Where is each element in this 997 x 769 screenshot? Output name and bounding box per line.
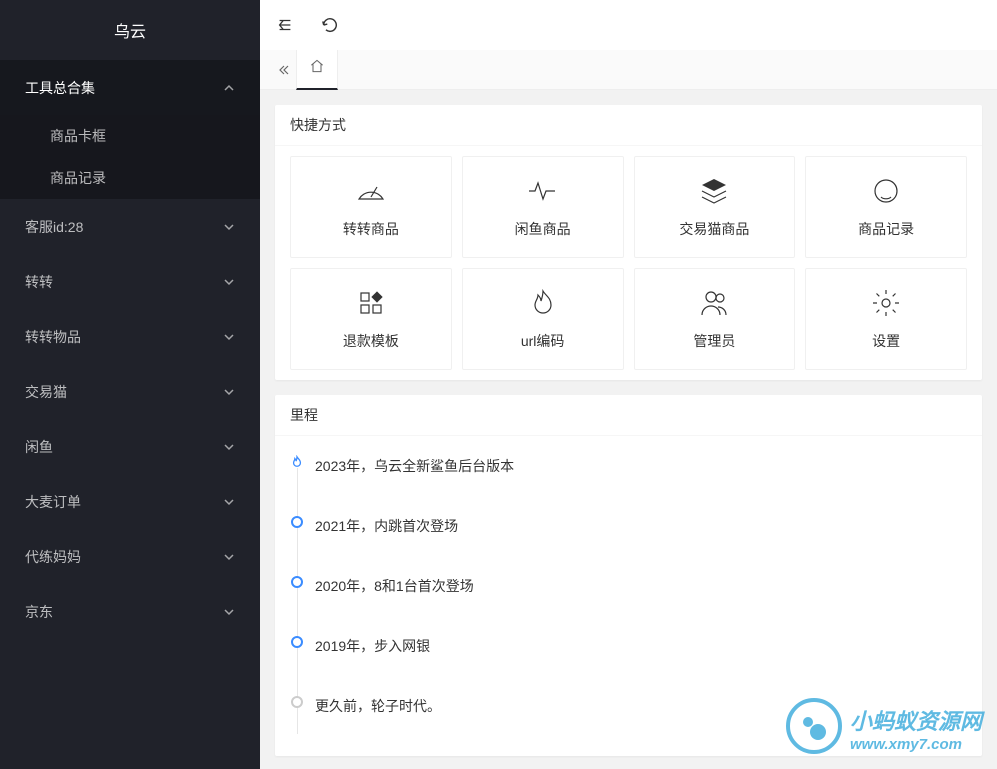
- chevron-down-icon: [223, 276, 235, 288]
- nav-label: 大麦订单: [25, 492, 81, 512]
- timeline-text: 2021年，内跳首次登场: [315, 518, 458, 534]
- timeline-dot-icon: [291, 696, 303, 708]
- shortcut-label: 设置: [872, 331, 900, 351]
- flame-icon: [527, 287, 559, 319]
- shortcuts-title: 快捷方式: [275, 105, 982, 146]
- nav-sub-card[interactable]: 商品卡框: [0, 115, 260, 157]
- shortcut-url-encode[interactable]: url编码: [462, 268, 624, 370]
- nav-sub-record[interactable]: 商品记录: [0, 157, 260, 199]
- chevron-down-icon: [223, 551, 235, 563]
- timeline-item: 2021年，内跳首次登场: [315, 506, 967, 566]
- grid-icon: [355, 287, 387, 319]
- nav-label: 转转物品: [25, 327, 81, 347]
- nav: 工具总合集 商品卡框 商品记录 客服id:28 转转 转转物品 交易猫: [0, 60, 260, 769]
- shortcut-records[interactable]: 商品记录: [805, 156, 967, 258]
- gauge-icon: [355, 175, 387, 207]
- user-icon: [698, 287, 730, 319]
- tab-home[interactable]: [296, 50, 338, 90]
- timeline-text: 更久前，轮子时代。: [315, 698, 441, 714]
- nav-group-jiaoyimao[interactable]: 交易猫: [0, 364, 260, 419]
- nav-group-damai[interactable]: 大麦订单: [0, 474, 260, 529]
- refresh-icon[interactable]: [320, 15, 340, 35]
- shortcut-label: 退款模板: [343, 331, 399, 351]
- shortcut-admin[interactable]: 管理员: [634, 268, 796, 370]
- nav-group-dailian[interactable]: 代练妈妈: [0, 529, 260, 584]
- chevron-down-icon: [223, 606, 235, 618]
- nav-label: 客服id:28: [25, 217, 83, 237]
- gear-icon: [870, 287, 902, 319]
- nav-group-zhuanzhuan-goods[interactable]: 转转物品: [0, 309, 260, 364]
- timeline-title: 里程: [275, 395, 982, 436]
- topbar: [260, 0, 997, 50]
- menu-toggle-icon[interactable]: [275, 15, 295, 35]
- home-icon: [309, 58, 325, 79]
- timeline-item: 2019年，步入网银: [315, 626, 967, 686]
- nav-group-tools[interactable]: 工具总合集: [0, 60, 260, 115]
- timeline-dot-icon: [291, 636, 303, 648]
- nav-sub-tools: 商品卡框 商品记录: [0, 115, 260, 199]
- chevron-up-icon: [223, 82, 235, 94]
- nav-group-jd[interactable]: 京东: [0, 584, 260, 639]
- circle-icon: [870, 175, 902, 207]
- shortcut-label: 商品记录: [858, 219, 914, 239]
- main: 快捷方式 转转商品 闲鱼商品 交易猫商品: [260, 0, 997, 769]
- shortcut-settings[interactable]: 设置: [805, 268, 967, 370]
- shortcut-label: 交易猫商品: [679, 219, 749, 239]
- sidebar: 乌云 工具总合集 商品卡框 商品记录 客服id:28 转转 转转物品: [0, 0, 260, 769]
- shortcut-label: 闲鱼商品: [515, 219, 571, 239]
- timeline-text: 2023年，乌云全新鲨鱼后台版本: [315, 458, 514, 474]
- nav-group-zhuanzhuan[interactable]: 转转: [0, 254, 260, 309]
- shortcut-jiaoyimao-goods[interactable]: 交易猫商品: [634, 156, 796, 258]
- chevron-down-icon: [223, 441, 235, 453]
- nav-group-xianyu[interactable]: 闲鱼: [0, 419, 260, 474]
- nav-label: 工具总合集: [25, 78, 95, 98]
- shortcuts-panel: 快捷方式 转转商品 闲鱼商品 交易猫商品: [275, 105, 982, 380]
- layers-icon: [698, 175, 730, 207]
- timeline-dot-icon: [291, 516, 303, 528]
- shortcut-xianyu-goods[interactable]: 闲鱼商品: [462, 156, 624, 258]
- tabbar: [260, 50, 997, 90]
- timeline-text: 2020年，8和1台首次登场: [315, 578, 474, 594]
- shortcut-refund-template[interactable]: 退款模板: [290, 268, 452, 370]
- nav-label: 转转: [25, 272, 53, 292]
- shortcut-label: url编码: [521, 331, 565, 351]
- timeline-item: 2020年，8和1台首次登场: [315, 566, 967, 626]
- chevron-down-icon: [223, 386, 235, 398]
- timeline-line: [297, 458, 298, 734]
- chevron-down-icon: [223, 331, 235, 343]
- chevron-down-icon: [223, 496, 235, 508]
- shortcut-zhuanzhuan-goods[interactable]: 转转商品: [290, 156, 452, 258]
- timeline-item: 2023年，乌云全新鲨鱼后台版本: [315, 446, 967, 506]
- tabs-collapse-icon[interactable]: [272, 64, 296, 76]
- chevron-down-icon: [223, 221, 235, 233]
- watermark-url: www.xmy7.com: [850, 736, 982, 753]
- nav-label: 京东: [25, 602, 53, 622]
- app-title: 乌云: [0, 0, 260, 60]
- shortcut-grid: 转转商品 闲鱼商品 交易猫商品 商品记录: [290, 156, 967, 370]
- watermark: 小蚂蚁资源网 www.xmy7.com: [786, 698, 982, 759]
- timeline-dot-icon: [291, 576, 303, 588]
- nav-label: 闲鱼: [25, 437, 53, 457]
- pulse-icon: [527, 175, 559, 207]
- content: 快捷方式 转转商品 闲鱼商品 交易猫商品: [260, 90, 997, 769]
- shortcut-label: 管理员: [693, 331, 735, 351]
- flame-icon: [291, 456, 303, 468]
- timeline-text: 2019年，步入网银: [315, 638, 430, 654]
- watermark-name: 小蚂蚁资源网: [850, 704, 982, 736]
- ant-icon: [786, 698, 842, 759]
- shortcut-label: 转转商品: [343, 219, 399, 239]
- nav-label: 交易猫: [25, 382, 67, 402]
- nav-label: 代练妈妈: [25, 547, 81, 567]
- nav-group-kefu[interactable]: 客服id:28: [0, 199, 260, 254]
